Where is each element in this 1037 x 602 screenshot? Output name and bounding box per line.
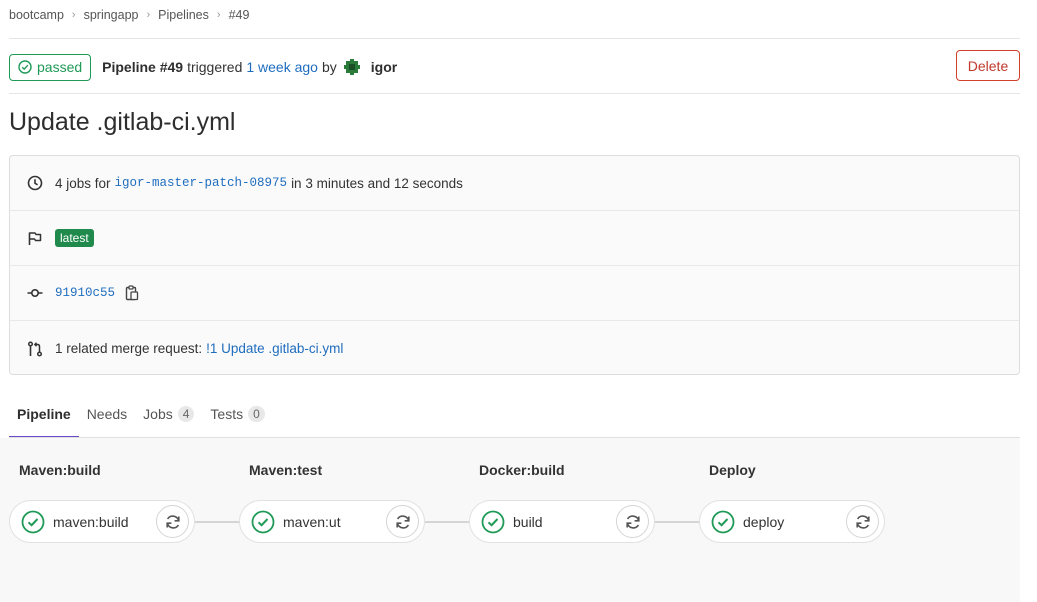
stage-title: Docker:build — [479, 462, 565, 478]
retry-button[interactable] — [156, 505, 189, 538]
tab-label: Jobs — [143, 406, 173, 422]
tab-label: Needs — [86, 406, 128, 422]
commit-icon — [26, 284, 44, 302]
retry-button[interactable] — [386, 505, 419, 538]
retry-button[interactable] — [616, 505, 649, 538]
info-row-jobs: 4 jobs for igor-master-patch-08975 in 3 … — [10, 156, 1019, 211]
pipeline-label: Pipeline #49 — [102, 59, 184, 75]
chevron-right-icon: › — [216, 9, 221, 21]
by-text: by — [321, 59, 337, 75]
stage-connector — [195, 521, 240, 523]
breadcrumb-item-project[interactable]: springapp — [84, 8, 139, 22]
delete-button[interactable]: Delete — [956, 50, 1020, 81]
pipeline-header: passed Pipeline #49 triggered 1 week ago… — [9, 50, 1020, 81]
status-badge[interactable]: passed — [9, 53, 92, 81]
copy-icon[interactable] — [125, 285, 139, 301]
triggered-text: triggered — [187, 59, 243, 75]
stage-title: Maven:test — [249, 462, 323, 478]
tab-count-badge: 4 — [177, 406, 195, 422]
stage-connector — [655, 521, 700, 523]
retry-icon — [855, 514, 870, 529]
job-item[interactable]: maven:build — [9, 500, 195, 543]
pipeline-info-box: 4 jobs for igor-master-patch-08975 in 3 … — [9, 155, 1020, 375]
retry-button[interactable] — [846, 505, 879, 538]
stage-title: Deploy — [709, 462, 756, 478]
username[interactable]: igor — [371, 59, 397, 75]
pipeline-graph: Maven:build maven:build Maven:test maven… — [0, 438, 1020, 602]
check-circle-icon — [21, 510, 45, 533]
job-name: maven:build — [53, 513, 129, 530]
tab-needs[interactable]: Needs — [79, 398, 135, 438]
time-ago[interactable]: 1 week ago — [246, 59, 318, 75]
tab-label: Pipeline — [17, 406, 71, 422]
clock-icon — [26, 174, 44, 192]
job-item[interactable]: maven:ut — [239, 500, 425, 543]
chevron-right-icon: › — [71, 9, 76, 21]
job-name: maven:ut — [283, 513, 341, 530]
flag-icon — [26, 229, 44, 247]
merge-request-icon — [26, 340, 44, 358]
mr-text: 1 related merge request: — [55, 341, 203, 356]
tab-label: Tests — [210, 406, 244, 422]
commit-sha-link[interactable]: 91910c55 — [55, 286, 115, 300]
job-item[interactable]: deploy — [699, 500, 885, 543]
info-row-commit: 91910c55 — [10, 266, 1019, 321]
tab-tests[interactable]: Tests 0 — [202, 398, 272, 438]
job-name: deploy — [743, 513, 785, 530]
pipeline-tabs: Pipeline Needs Jobs 4 Tests 0 — [9, 398, 273, 438]
retry-icon — [165, 514, 180, 529]
breadcrumb-item-group[interactable]: bootcamp — [9, 8, 64, 22]
latest-badge[interactable]: latest — [55, 229, 94, 247]
pipeline-info: Pipeline #49 triggered 1 week ago by igo… — [102, 58, 397, 76]
jobs-text: 4 jobs for — [55, 175, 111, 191]
info-row-merge-request: 1 related merge request: !1 Update .gitl… — [10, 321, 1019, 376]
check-circle-icon — [711, 510, 735, 533]
chevron-right-icon: › — [146, 9, 151, 21]
tab-jobs[interactable]: Jobs 4 — [135, 398, 202, 438]
breadcrumb: bootcamp › springapp › Pipelines › #49 — [9, 8, 249, 22]
stage-connector — [425, 521, 470, 523]
job-name: build — [513, 513, 543, 530]
tab-count-badge: 0 — [248, 406, 265, 422]
branch-link[interactable]: igor-master-patch-08975 — [115, 176, 288, 190]
divider — [9, 38, 1020, 39]
check-circle-icon — [481, 510, 505, 533]
info-row-badges: latest — [10, 211, 1019, 266]
user-avatar[interactable] — [342, 58, 361, 76]
retry-icon — [625, 514, 640, 529]
duration-text: in 3 minutes and 12 seconds — [291, 175, 463, 191]
page-title: Update .gitlab-ci.yml — [9, 108, 236, 136]
divider — [9, 93, 1020, 94]
breadcrumb-item-current[interactable]: #49 — [229, 8, 250, 22]
tab-pipeline[interactable]: Pipeline — [9, 398, 79, 438]
stage-title: Maven:build — [19, 462, 101, 478]
check-circle-icon — [18, 60, 32, 74]
status-label: passed — [37, 59, 83, 75]
check-circle-icon — [251, 510, 275, 533]
breadcrumb-item-pipelines[interactable]: Pipelines — [158, 8, 209, 22]
merge-request-link[interactable]: !1 Update .gitlab-ci.yml — [206, 341, 343, 356]
retry-icon — [395, 514, 410, 529]
job-item[interactable]: build — [469, 500, 655, 543]
